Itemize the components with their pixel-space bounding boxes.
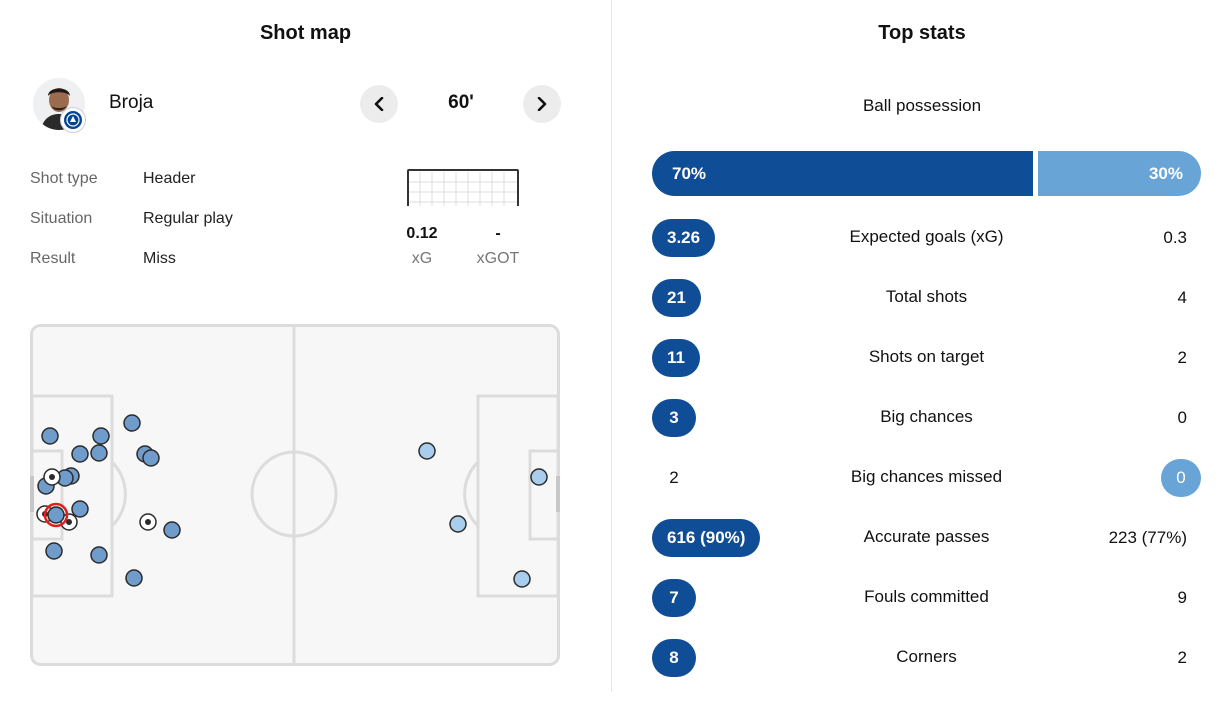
previous-shot-button[interactable] [360,85,398,123]
stat-away-value: 4 [1177,288,1187,307]
stat-row-shots-on-target: 11 Shots on target 2 [652,335,1201,381]
xgot-label: xGOT [476,250,520,267]
shot-marker[interactable] [71,500,89,518]
stat-row-xg: 3.26 Expected goals (xG) 0.3 [652,215,1201,261]
goal-ball-icon[interactable] [43,468,61,486]
goal-ball-icon[interactable] [139,513,157,531]
chevron-left-icon [374,97,384,111]
stat-name: Expected goals (xG) [849,227,1004,246]
shot-map-title: Shot map [259,22,352,44]
stat-row-big-chances: 3 Big chances 0 [652,395,1201,441]
possession-away-bar: 30% [1038,151,1201,196]
shot-marker[interactable] [123,414,141,432]
chelsea-crest-icon [60,107,86,133]
shot-marker[interactable] [513,570,531,588]
stat-name: Shots on target [868,347,985,366]
chevron-right-icon [537,97,547,111]
xgot-value: - [495,225,501,242]
goal-frame-icon [406,168,520,213]
stat-away-value: 223 (77%) [1108,528,1187,547]
stat-row-accurate-passes: 616 (90%) Accurate passes 223 (77%) [652,515,1201,561]
shot-marker[interactable] [530,468,548,486]
top-stats-panel: Top stats Ball possession 70% 30% 3.26 E… [612,0,1232,710]
stat-name: Fouls committed [864,587,989,606]
shot-marker[interactable] [449,515,467,533]
shot-marker[interactable] [90,444,108,462]
situation-label: Situation [30,210,93,227]
result-value: Miss [143,250,176,267]
stat-away-value: 2 [1177,348,1187,367]
shot-marker[interactable] [163,521,181,539]
selected-shot-marker[interactable] [43,502,69,528]
possession-bar: 70% 30% [652,151,1201,196]
shot-marker[interactable] [41,427,59,445]
shot-map-panel: Shot map Broja 60' Shot type Header Situ… [0,0,611,710]
stat-name: Total shots [885,287,968,306]
stat-away-value: 0 [1161,459,1201,497]
shot-marker[interactable] [125,569,143,587]
stat-name: Big chances missed [850,467,1003,486]
stat-row-fouls: 7 Fouls committed 9 [652,575,1201,621]
stat-away-value: 2 [1177,648,1187,667]
shot-marker[interactable] [45,542,63,560]
player-name[interactable]: Broja [109,92,153,114]
stat-row-corners: 8 Corners 2 [652,635,1201,681]
stat-away-value: 9 [1177,588,1187,607]
stat-away-value: 0 [1177,408,1187,427]
xg-value: 0.12 [406,225,438,242]
shot-map-pitch [30,324,560,673]
shot-type-value: Header [143,170,196,187]
next-shot-button[interactable] [523,85,561,123]
stat-row-total-shots: 21 Total shots 4 [652,275,1201,321]
result-label: Result [30,250,76,267]
top-stats-title: Top stats [878,22,966,44]
shot-minute: 60' [448,92,474,113]
possession-home-bar: 70% [652,151,1033,196]
shot-type-label: Shot type [30,170,98,187]
shot-marker[interactable] [92,427,110,445]
possession-away-value: 30% [1148,163,1183,183]
xg-label: xG [411,250,433,267]
stat-name: Corners [896,647,957,666]
shot-marker[interactable] [71,445,89,463]
possession-label: Ball possession [862,96,982,115]
shot-marker[interactable] [90,546,108,564]
situation-value: Regular play [143,210,233,227]
stat-away-value: 0.3 [1163,228,1187,247]
stat-name: Big chances [880,407,973,426]
shot-marker[interactable] [418,442,436,460]
stat-row-big-chances-missed: 2 Big chances missed 0 [652,455,1201,501]
shot-marker[interactable] [142,449,160,467]
possession-home-value: 70% [672,163,707,183]
